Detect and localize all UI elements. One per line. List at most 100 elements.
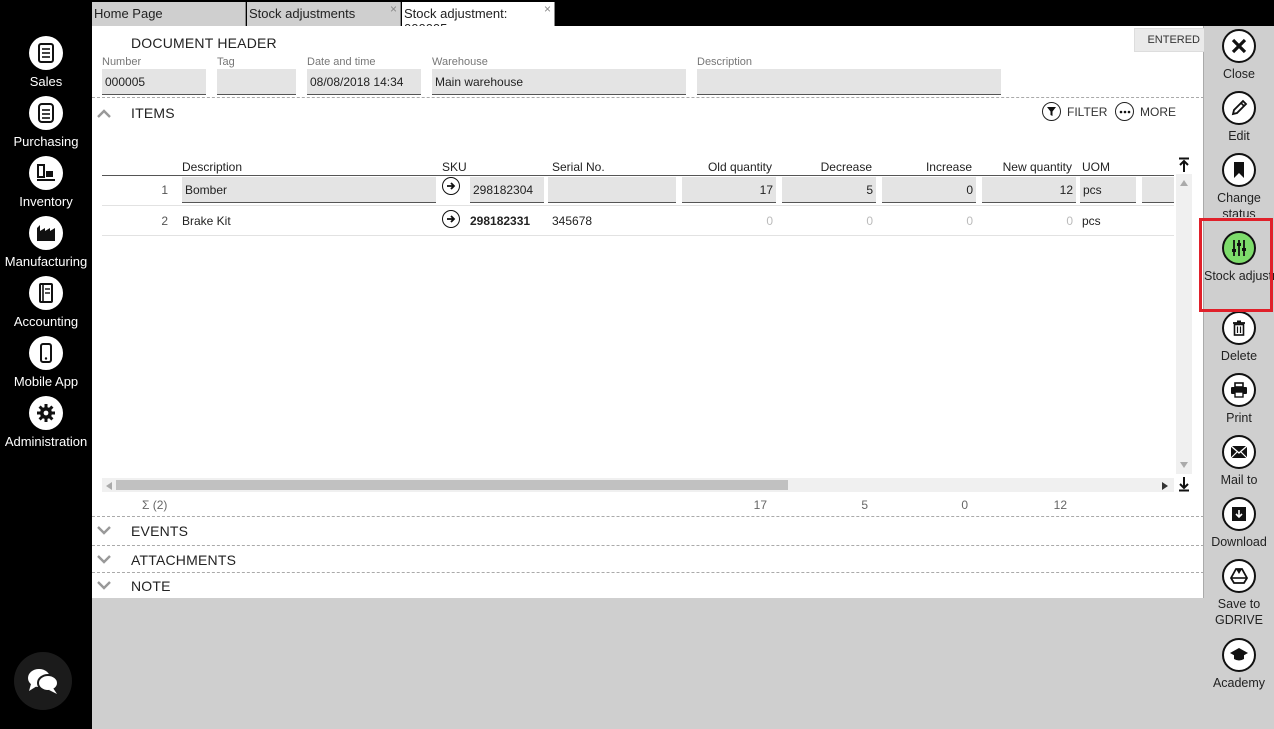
row-uom-cell[interactable]: pcs	[1080, 177, 1136, 203]
arrow-right-icon[interactable]	[442, 210, 460, 228]
change-status-label: Change status	[1217, 191, 1261, 217]
scroll-to-top-icon[interactable]	[1178, 157, 1190, 173]
row-new-quantity-cell[interactable]: 0	[982, 208, 1076, 234]
warehouse-field[interactable]: Main warehouse	[432, 69, 686, 95]
nav-manufacturing-label: Manufacturing	[4, 254, 88, 269]
description-field[interactable]	[697, 69, 1001, 95]
pencil-icon	[1222, 91, 1256, 125]
datetime-label: Date and time	[307, 56, 376, 68]
row-description-cell[interactable]: Bomber	[182, 177, 436, 203]
chevron-down-icon[interactable]	[97, 526, 111, 536]
row-decrease-cell[interactable]: 5	[782, 177, 876, 203]
chevron-down-icon[interactable]	[97, 581, 111, 591]
chevron-down-icon[interactable]	[97, 555, 111, 565]
col-uom[interactable]: UOM	[1082, 160, 1110, 174]
tab-close-icon[interactable]: ×	[544, 2, 551, 16]
scroll-right-icon[interactable]	[1162, 482, 1168, 490]
more-icon	[1115, 102, 1134, 121]
tab-home-page-label: Home Page	[94, 6, 163, 21]
nav-mobile-app[interactable]: Mobile App	[0, 336, 92, 389]
row-new-quantity-cell[interactable]: 12	[982, 177, 1076, 203]
row-separator	[102, 235, 1174, 236]
inventory-icon	[29, 156, 63, 190]
row-old-quantity-cell[interactable]: 17	[682, 177, 776, 203]
vertical-scrollbar[interactable]	[1176, 174, 1192, 474]
more-button[interactable]: MORE	[1115, 102, 1176, 121]
tab-stock-adjustments[interactable]: Stock adjustments ×	[247, 2, 401, 26]
row-decrease-cell[interactable]: 0	[782, 208, 876, 234]
tag-label: Tag	[217, 56, 235, 68]
row-uom-cell[interactable]: pcs	[1079, 208, 1135, 234]
document-panel: DOCUMENT HEADER ENTERED Number 000005 Ta…	[92, 26, 1209, 598]
scroll-left-icon[interactable]	[106, 482, 112, 490]
col-new-quantity[interactable]: New quantity	[982, 160, 1072, 174]
number-field[interactable]: 000005	[102, 69, 206, 95]
divider	[92, 572, 1204, 573]
scroll-down-icon[interactable]	[1180, 462, 1188, 468]
col-sku[interactable]: SKU	[442, 160, 467, 174]
nav-mobile-app-label: Mobile App	[13, 374, 79, 389]
row-sku-cell[interactable]: 298182331	[467, 208, 547, 234]
summary-count: Σ (2)	[142, 498, 168, 512]
attachments-section-title[interactable]: ATTACHMENTS	[131, 552, 236, 568]
sliders-icon	[1222, 231, 1256, 265]
edit-button[interactable]: Edit	[1204, 91, 1274, 144]
stock-adjustment-button[interactable]: Stock adjustment	[1204, 231, 1274, 284]
filter-button[interactable]: FILTER	[1042, 102, 1107, 121]
mail-to-button[interactable]: Mail to	[1204, 435, 1274, 488]
close-button[interactable]: Close	[1204, 29, 1274, 82]
events-section-title[interactable]: EVENTS	[131, 523, 188, 539]
nav-sales[interactable]: Sales	[0, 36, 92, 89]
items-section-title[interactable]: ITEMS	[131, 105, 175, 121]
row-increase-cell[interactable]: 0	[882, 208, 976, 234]
row-extra-cell[interactable]	[1142, 177, 1174, 203]
tag-field[interactable]	[217, 69, 296, 95]
col-description[interactable]: Description	[182, 160, 242, 174]
row-number: 1	[161, 183, 168, 197]
col-increase[interactable]: Increase	[882, 160, 972, 174]
academy-button[interactable]: Academy	[1204, 638, 1274, 691]
row-increase-cell[interactable]: 0	[882, 177, 976, 203]
delete-button[interactable]: Delete	[1204, 311, 1274, 364]
tab-home-page[interactable]: Home Page	[92, 2, 246, 26]
download-button[interactable]: Download	[1204, 497, 1274, 550]
col-decrease[interactable]: Decrease	[782, 160, 872, 174]
nav-sales-label: Sales	[29, 74, 63, 89]
row-old-quantity-cell[interactable]: 0	[682, 208, 776, 234]
tab-close-icon[interactable]: ×	[390, 2, 397, 16]
manufacturing-icon	[29, 216, 63, 250]
nav-administration-label: Administration	[4, 434, 88, 449]
trash-icon	[1222, 311, 1256, 345]
note-section-title[interactable]: NOTE	[131, 578, 171, 594]
close-label: Close	[1223, 67, 1255, 81]
print-button[interactable]: Print	[1204, 373, 1274, 426]
nav-inventory[interactable]: Inventory	[0, 156, 92, 209]
row-description-cell[interactable]: Brake Kit	[179, 208, 433, 234]
scrollbar-thumb[interactable]	[116, 480, 788, 490]
nav-administration[interactable]: Administration	[0, 396, 92, 449]
row-sku-cell[interactable]: 298182304	[470, 177, 544, 203]
tab-stock-adjustment-000005[interactable]: Stock adjustment: 000005 ×	[402, 2, 555, 36]
scroll-up-icon[interactable]	[1180, 180, 1188, 186]
scroll-to-bottom-icon[interactable]	[1178, 476, 1190, 492]
purchasing-icon	[29, 96, 63, 130]
nav-manufacturing[interactable]: Manufacturing	[0, 216, 92, 269]
col-old-quantity[interactable]: Old quantity	[682, 160, 772, 174]
nav-purchasing[interactable]: Purchasing	[0, 96, 92, 149]
col-serial[interactable]: Serial No.	[552, 160, 605, 174]
arrow-right-icon[interactable]	[442, 177, 460, 195]
change-status-button[interactable]: Change status	[1204, 153, 1274, 217]
nav-accounting[interactable]: Accounting	[0, 276, 92, 329]
horizontal-scrollbar[interactable]	[102, 478, 1174, 492]
save-to-gdrive-button[interactable]: Save to GDRIVE	[1204, 559, 1274, 628]
mail-icon	[1222, 435, 1256, 469]
chat-button[interactable]	[14, 652, 72, 710]
row-serial-cell[interactable]	[548, 177, 676, 203]
printer-icon	[1222, 373, 1256, 407]
row-serial-cell[interactable]: 345678	[549, 208, 677, 234]
chevron-up-icon[interactable]	[97, 108, 111, 118]
warehouse-label: Warehouse	[432, 56, 488, 68]
gear-icon	[29, 396, 63, 430]
academy-label: Academy	[1212, 676, 1266, 690]
datetime-field[interactable]: 08/08/2018 14:34	[307, 69, 421, 95]
